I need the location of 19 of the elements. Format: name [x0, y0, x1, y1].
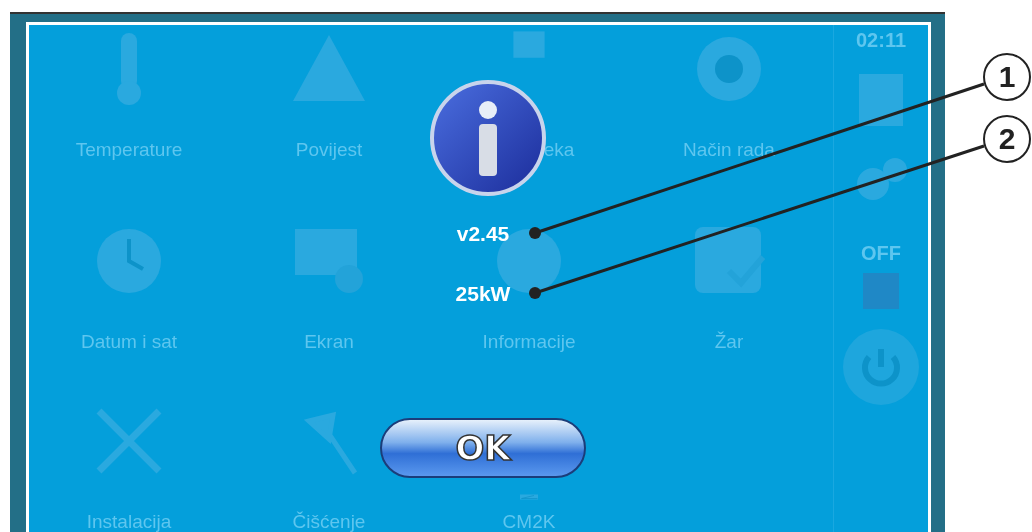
status-text: OFF — [861, 242, 901, 265]
tile-label: Povijest — [295, 139, 363, 161]
power-rating-text: 25kW — [455, 282, 511, 306]
tile-label: Čišćenje — [292, 511, 366, 532]
version-text: v2.45 — [456, 222, 510, 246]
callout-number: 2 — [983, 115, 1031, 163]
tile-label: CM2K — [502, 511, 556, 532]
stop-square-icon — [863, 273, 899, 309]
tile-label: eka — [543, 139, 575, 161]
ok-button[interactable]: OK — [380, 418, 586, 478]
tile-label: Instalacija — [86, 511, 172, 532]
power-icon[interactable] — [841, 327, 921, 407]
tile-label: Informacije — [482, 331, 576, 353]
clock-text: 02:11 — [855, 29, 907, 52]
tile-label: Žar — [714, 331, 744, 353]
tile-label: Ekran — [304, 331, 354, 353]
callout-number: 1 — [983, 53, 1031, 101]
tile-label: Datum i sat — [80, 331, 178, 353]
tile-label: Temperature — [75, 139, 183, 161]
